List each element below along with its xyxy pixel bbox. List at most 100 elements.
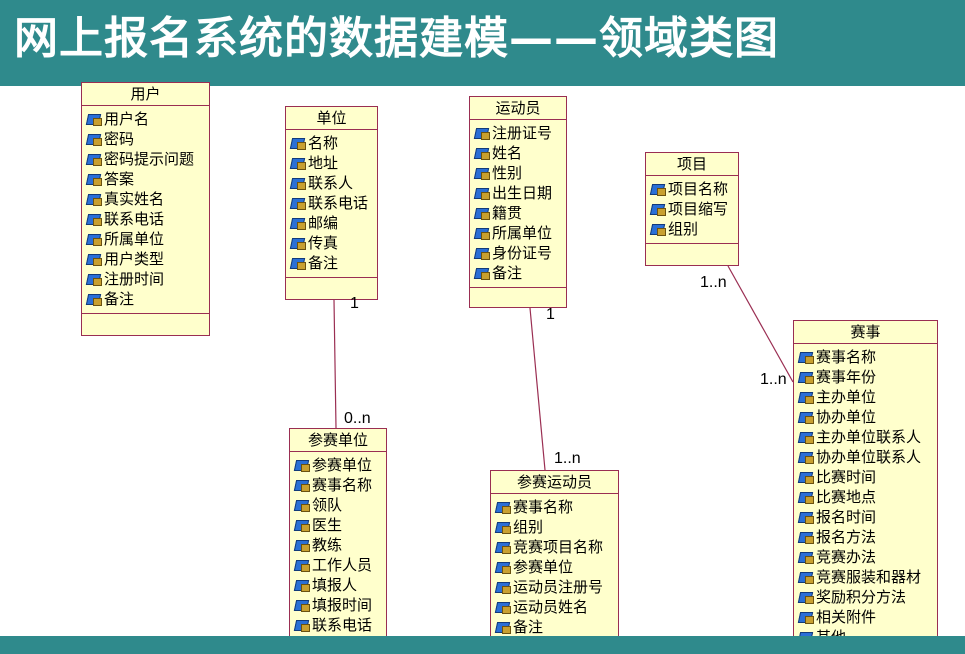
attribute-item: 赛事年份 <box>797 367 937 387</box>
attribute-label: 邮编 <box>308 214 339 232</box>
attribute-item: 运动员姓名 <box>494 597 618 617</box>
attribute-label: 备注 <box>513 618 544 636</box>
attribute-item: 备注 <box>473 263 566 283</box>
class-participant-unit[interactable]: 参赛单位 参赛单位赛事名称领队医生教练工作人员填报人填报时间联系电话传真 <box>289 428 387 654</box>
private-attribute-icon <box>85 272 102 286</box>
class-participant-athlete[interactable]: 参赛运动员 赛事名称组别 竞赛项目名称 参赛单位 运动员注册号 运动员姓名 备注 <box>490 470 619 654</box>
attribute-item: 相关附件 <box>797 607 937 627</box>
attribute-item: 用户名 <box>85 109 209 129</box>
attribute-item: 参赛单位 <box>494 557 618 577</box>
class-name: 项目 <box>646 153 738 176</box>
attribute-item: 组别 <box>494 517 618 537</box>
attribute-label: 领队 <box>312 496 343 514</box>
multiplicity-event-end: 1..n <box>760 371 787 388</box>
attribute-label: 报名方法 <box>816 528 877 546</box>
private-attribute-icon <box>289 196 306 210</box>
attribute-label: 报名时间 <box>816 508 877 526</box>
private-attribute-icon <box>293 498 310 512</box>
private-attribute-icon <box>293 518 310 532</box>
private-attribute-icon <box>797 510 814 524</box>
attribute-label: 备注 <box>308 254 339 272</box>
attribute-item: 传真 <box>289 233 377 253</box>
private-attribute-icon <box>85 152 102 166</box>
attribute-list: 注册证号 姓名 性别 出生日期 籍贯 所属单位 身份证号 备注 <box>470 120 566 288</box>
private-attribute-icon <box>85 172 102 186</box>
class-name: 单位 <box>286 107 377 130</box>
attribute-item: 运动员注册号 <box>494 577 618 597</box>
private-attribute-icon <box>85 192 102 206</box>
class-event[interactable]: 赛事 赛事名称 赛事年份 主办单位 协办单位 主办单位联系人 协办单位联系人 比赛时间 比赛地… <box>793 320 938 654</box>
title-banner: 网上报名系统的数据建模——领域类图 <box>0 0 965 86</box>
class-athlete[interactable]: 运动员 注册证号 姓名 性别 出生日期 籍贯 所属单位 身份证号 备注 <box>469 96 567 308</box>
private-attribute-icon <box>797 570 814 584</box>
attribute-list: 参赛单位赛事名称领队医生教练工作人员填报人填报时间联系电话传真 <box>290 452 386 654</box>
attribute-item: 赛事名称 <box>494 497 618 517</box>
attribute-label: 备注 <box>492 264 523 282</box>
multiplicity-unit-end: 1 <box>350 295 359 312</box>
attribute-item: 备注 <box>494 617 618 637</box>
attribute-label: 赛事名称 <box>513 498 574 516</box>
attribute-label: 运动员注册号 <box>513 578 604 596</box>
attribute-label: 竞赛办法 <box>816 548 877 566</box>
attribute-label: 密码提示问题 <box>104 150 195 168</box>
attribute-item: 工作人员 <box>293 555 386 575</box>
attribute-item: 竞赛项目名称 <box>494 537 618 557</box>
attribute-item: 领队 <box>293 495 386 515</box>
class-name: 运动员 <box>470 97 566 120</box>
attribute-label: 赛事名称 <box>816 348 877 366</box>
attribute-label: 注册时间 <box>104 270 165 288</box>
attribute-item: 主办单位 <box>797 387 937 407</box>
attribute-label: 籍贯 <box>492 204 523 222</box>
attribute-label: 所属单位 <box>492 224 553 242</box>
attribute-item: 密码提示问题 <box>85 149 209 169</box>
attribute-label: 组别 <box>668 220 699 238</box>
attribute-item: 联系人 <box>289 173 377 193</box>
private-attribute-icon <box>289 236 306 250</box>
attribute-label: 备注 <box>104 290 135 308</box>
private-attribute-icon <box>293 618 310 632</box>
class-name: 赛事 <box>794 321 937 344</box>
attribute-label: 参赛单位 <box>312 456 373 474</box>
private-attribute-icon <box>473 206 490 220</box>
attribute-label: 联系电话 <box>308 194 369 212</box>
private-attribute-icon <box>494 580 511 594</box>
attribute-item: 真实姓名 <box>85 189 209 209</box>
private-attribute-icon <box>797 610 814 624</box>
private-attribute-icon <box>293 598 310 612</box>
attribute-label: 用户名 <box>104 110 150 128</box>
attribute-label: 医生 <box>312 516 343 534</box>
attribute-item: 联系电话 <box>85 209 209 229</box>
multiplicity-participant-unit-end: 0..n <box>344 410 371 427</box>
private-attribute-icon <box>289 156 306 170</box>
attribute-item: 注册时间 <box>85 269 209 289</box>
private-attribute-icon <box>797 470 814 484</box>
attribute-item: 比赛地点 <box>797 487 937 507</box>
attribute-item: 赛事名称 <box>293 475 386 495</box>
class-unit[interactable]: 单位 名称 地址 联系人 联系电话 邮编 传真 备注 <box>285 106 378 300</box>
multiplicity-participant-athlete-end: 1..n <box>554 450 581 467</box>
class-name: 参赛运动员 <box>491 471 618 494</box>
attribute-label: 姓名 <box>492 144 523 162</box>
attribute-label: 相关附件 <box>816 608 877 626</box>
attribute-label: 竞赛服装和器材 <box>816 568 922 586</box>
attribute-item: 协办单位 <box>797 407 937 427</box>
private-attribute-icon <box>649 202 666 216</box>
attribute-item: 所属单位 <box>473 223 566 243</box>
operation-compartment <box>470 288 566 304</box>
attribute-item: 赛事名称 <box>797 347 937 367</box>
attribute-label: 组别 <box>513 518 544 536</box>
attribute-label: 真实姓名 <box>104 190 165 208</box>
private-attribute-icon <box>473 126 490 140</box>
class-user[interactable]: 用户 用户名 密码 密码提示问题 答案 真实姓名 联系电话 所属单位 用户类型 注册时间 备注 <box>81 82 210 336</box>
class-project[interactable]: 项目 项目名称 项目缩写 组别 <box>645 152 739 266</box>
attribute-label: 填报时间 <box>312 596 373 614</box>
attribute-list: 名称 地址 联系人 联系电话 邮编 传真 备注 <box>286 130 377 278</box>
private-attribute-icon <box>494 500 511 514</box>
attribute-item: 答案 <box>85 169 209 189</box>
private-attribute-icon <box>85 112 102 126</box>
attribute-label: 主办单位 <box>816 388 877 406</box>
attribute-label: 联系电话 <box>104 210 165 228</box>
attribute-label: 奖励积分方法 <box>816 588 907 606</box>
attribute-label: 传真 <box>308 234 339 252</box>
private-attribute-icon <box>293 538 310 552</box>
